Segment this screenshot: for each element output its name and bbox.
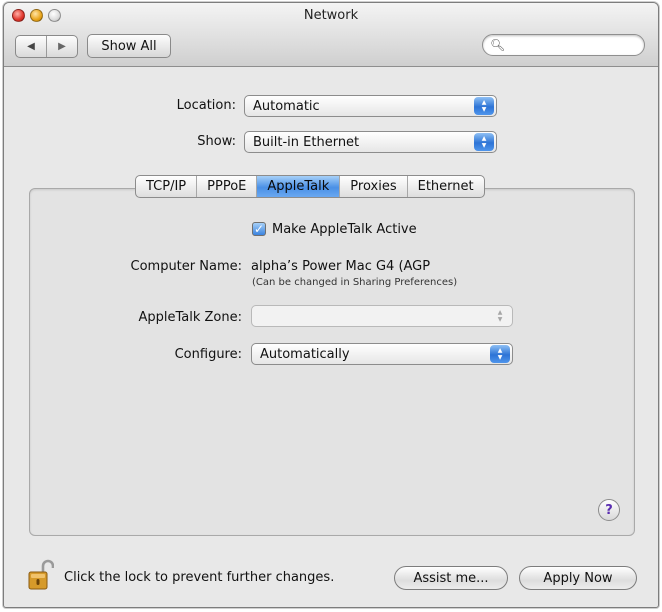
make-appletalk-active-checkbox[interactable]: ✓ <box>252 222 266 236</box>
configure-label: Configure: <box>174 347 242 362</box>
configure-value: Automatically <box>260 346 350 362</box>
popup-arrows-icon: ▲ ▼ <box>497 309 503 323</box>
apply-now-button[interactable]: Apply Now <box>519 566 637 590</box>
tab-pppoe[interactable]: PPPoE <box>197 176 258 197</box>
popup-arrows-icon: ▲ ▼ <box>490 345 510 363</box>
appletalk-zone-label: AppleTalk Zone: <box>138 310 242 325</box>
forward-arrow-icon[interactable]: ▶ <box>47 36 77 57</box>
tab-appletalk[interactable]: AppleTalk <box>257 176 341 197</box>
search-field[interactable]: 🔍︎ <box>482 34 645 56</box>
search-icon: 🔍︎ <box>490 38 506 52</box>
question-mark-icon: ? <box>605 502 613 518</box>
computer-name-label: Computer Name: <box>130 259 243 274</box>
location-popup[interactable]: Automatic ▲ ▼ <box>244 95 497 117</box>
make-appletalk-active-label[interactable]: Make AppleTalk Active <box>272 222 417 237</box>
tab-ethernet[interactable]: Ethernet <box>408 176 484 197</box>
search-input[interactable] <box>505 37 635 53</box>
configure-popup[interactable]: Automatically ▲ ▼ <box>251 343 513 365</box>
popup-arrows-icon: ▲ ▼ <box>474 97 494 115</box>
help-button[interactable]: ? <box>598 499 620 521</box>
assist-me-button[interactable]: Assist me... <box>394 566 508 590</box>
computer-name-value: alpha’s Power Mac G4 (AGP <box>251 259 431 274</box>
show-all-button[interactable]: Show All <box>87 34 171 58</box>
window-title: Network <box>303 8 359 23</box>
back-arrow-icon[interactable]: ◀ <box>16 36 47 57</box>
title-bar: Network ◀ ▶ Show All 🔍︎ <box>4 3 658 67</box>
show-label: Show: <box>197 134 236 149</box>
show-value: Built-in Ethernet <box>253 134 360 150</box>
computer-name-note: (Can be changed in Sharing Preferences) <box>252 277 458 288</box>
tab-proxies[interactable]: Proxies <box>340 176 408 197</box>
location-value: Automatic <box>253 98 320 114</box>
appletalk-zone-popup[interactable]: ▲ ▼ <box>251 305 513 327</box>
lock-icon[interactable] <box>28 559 54 591</box>
tab-bar: TCP/IP PPPoE AppleTalk Proxies Ethernet <box>135 175 485 198</box>
popup-arrows-icon: ▲ ▼ <box>474 133 494 151</box>
network-preferences-window: Network ◀ ▶ Show All 🔍︎ Location: Automa… <box>3 2 659 608</box>
lock-message: Click the lock to prevent further change… <box>64 570 335 585</box>
show-popup[interactable]: Built-in Ethernet ▲ ▼ <box>244 131 497 153</box>
tab-tcpip[interactable]: TCP/IP <box>136 176 198 197</box>
back-forward-control: ◀ ▶ <box>15 35 78 58</box>
location-label: Location: <box>176 98 236 113</box>
